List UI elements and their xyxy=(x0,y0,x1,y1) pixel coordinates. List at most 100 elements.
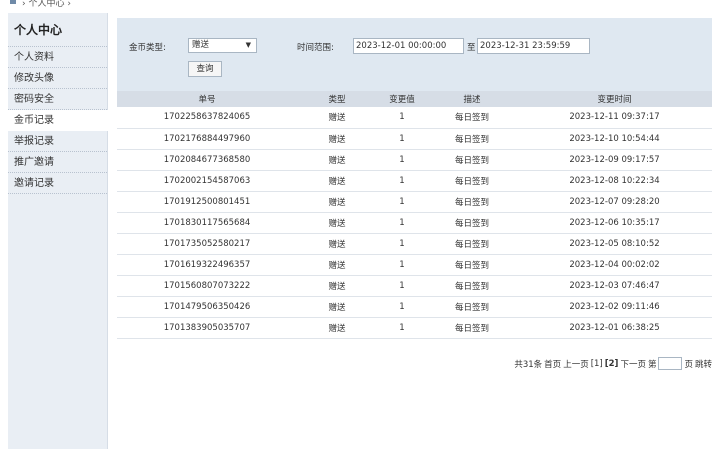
cell-description: 每日签到 xyxy=(427,107,517,129)
cell-description: 每日签到 xyxy=(427,149,517,171)
query-button[interactable]: 查询 xyxy=(188,61,222,77)
cell-type: 赠送 xyxy=(297,212,377,234)
cell-change: 1 xyxy=(377,191,427,213)
goto-suffix: 页 xyxy=(684,359,693,370)
cell-type: 赠送 xyxy=(297,128,377,150)
cell-change: 1 xyxy=(377,107,427,129)
cell-type: 赠送 xyxy=(297,254,377,276)
total-count: 共31条 xyxy=(514,359,543,370)
cell-description: 每日签到 xyxy=(427,212,517,234)
cell-change-time: 2023-12-05 08:10:52 xyxy=(517,233,712,255)
coin-records-table: 单号 类型 变更值 描述 变更时间 1702258637824065 赠送 1 每日签… xyxy=(117,91,712,339)
cell-description: 每日签到 xyxy=(427,275,517,297)
cell-type: 赠送 xyxy=(297,107,377,129)
sidebar-item-password[interactable]: 密码安全 xyxy=(8,89,107,110)
cell-type: 赠送 xyxy=(297,233,377,255)
cell-order-no: 1701912500801451 xyxy=(117,191,297,213)
header-change: 变更值 xyxy=(377,91,427,107)
cell-order-no: 1701735052580217 xyxy=(117,233,297,255)
sidebar-item-coin-records[interactable]: 金币记录 xyxy=(8,110,108,131)
table-header-row: 单号 类型 变更值 描述 变更时间 xyxy=(117,91,712,107)
cell-change-time: 2023-12-01 06:38:25 xyxy=(517,317,712,339)
cell-change: 1 xyxy=(377,317,427,339)
header-type: 类型 xyxy=(297,91,377,107)
end-time-input[interactable]: 2023-12-31 23:59:59 xyxy=(477,38,590,54)
header-change-time: 变更时间 xyxy=(517,91,712,107)
goto-page-input[interactable] xyxy=(658,357,683,370)
sidebar: 个人中心 个人资料 修改头像 密码安全 金币记录 举报记录 推广邀请 邀请记录 xyxy=(8,13,108,449)
table-row: 1701619322496357 赠送 1 每日签到 2023-12-04 00:02:… xyxy=(117,254,712,276)
cell-change: 1 xyxy=(377,275,427,297)
home-icon[interactable] xyxy=(8,0,18,5)
sidebar-item-profile[interactable]: 个人资料 xyxy=(8,47,107,68)
coin-type-label: 金币类型: xyxy=(129,43,166,53)
header-description: 描述 xyxy=(427,91,517,107)
first-page-link[interactable]: 首页 xyxy=(544,358,561,370)
cell-change-time: 2023-12-07 09:28:20 xyxy=(517,191,712,213)
table-row: 1701479506350426 赠送 1 每日签到 2023-12-02 09:11:… xyxy=(117,296,712,318)
table-row: 1702002154587063 赠送 1 每日签到 2023-12-08 10:22:… xyxy=(117,170,712,192)
cell-change-time: 2023-12-11 09:37:17 xyxy=(517,107,712,129)
cell-change-time: 2023-12-03 07:46:47 xyxy=(517,275,712,297)
filter-panel: 金币类型: 赠送 ▼ 查询 时间范围: 2023-12-01 00:00:00 … xyxy=(117,18,712,95)
cell-description: 每日签到 xyxy=(427,233,517,255)
cell-description: 每日签到 xyxy=(427,170,517,192)
sidebar-item-avatar[interactable]: 修改头像 xyxy=(8,68,107,89)
cell-order-no: 1701383905035707 xyxy=(117,317,297,339)
table-row: 1701560807073222 赠送 1 每日签到 2023-12-03 07:46:… xyxy=(117,275,712,297)
cell-change-time: 2023-12-04 00:02:02 xyxy=(517,254,712,276)
next-page-link[interactable]: 下一页 xyxy=(620,358,646,370)
page-link-1[interactable]: [1] xyxy=(591,359,603,369)
goto-prefix: 第 xyxy=(647,359,657,370)
cell-type: 赠送 xyxy=(297,275,377,297)
cell-change: 1 xyxy=(377,170,427,192)
cell-description: 每日签到 xyxy=(427,317,517,339)
sidebar-item-invite-records[interactable]: 邀请记录 xyxy=(8,173,107,194)
cell-order-no: 1701830117565684 xyxy=(117,212,297,234)
cell-order-no: 1702084677368580 xyxy=(117,149,297,171)
pagination: 共31条 首页 上一页 [1] [2] 下一页 第 页 跳转 xyxy=(514,357,712,370)
cell-change: 1 xyxy=(377,296,427,318)
cell-change-time: 2023-12-02 09:11:46 xyxy=(517,296,712,318)
table-row: 1701912500801451 赠送 1 每日签到 2023-12-07 09:28:… xyxy=(117,191,712,213)
cell-type: 赠送 xyxy=(297,170,377,192)
to-label: 至 xyxy=(467,43,476,53)
prev-page-link[interactable]: 上一页 xyxy=(563,358,589,370)
cell-change-time: 2023-12-06 10:35:17 xyxy=(517,212,712,234)
cell-type: 赠送 xyxy=(297,149,377,171)
cell-change-time: 2023-12-09 09:17:57 xyxy=(517,149,712,171)
coin-type-value: 赠送 xyxy=(192,40,210,50)
jump-button[interactable]: 跳转 xyxy=(695,358,712,370)
cell-description: 每日签到 xyxy=(427,191,517,213)
main-content: 金币类型: 赠送 ▼ 查询 时间范围: 2023-12-01 00:00:00 … xyxy=(117,13,712,449)
dropdown-arrow-icon: ▼ xyxy=(245,41,251,49)
cell-type: 赠送 xyxy=(297,191,377,213)
cell-change: 1 xyxy=(377,212,427,234)
table-row: 1702258637824065 赠送 1 每日签到 2023-12-11 09:37:… xyxy=(117,107,712,129)
cell-change-time: 2023-12-08 10:22:34 xyxy=(517,170,712,192)
table-row: 1701735052580217 赠送 1 每日签到 2023-12-05 08:10:… xyxy=(117,233,712,255)
coin-type-select[interactable]: 赠送 ▼ xyxy=(188,38,257,53)
cell-type: 赠送 xyxy=(297,296,377,318)
cell-order-no: 1702176884497960 xyxy=(117,128,297,150)
table-row: 1702176884497960 赠送 1 每日签到 2023-12-10 10:54:… xyxy=(117,128,712,150)
sidebar-title: 个人中心 xyxy=(8,13,107,47)
time-range-label: 时间范围: xyxy=(297,43,334,53)
cell-order-no: 1702002154587063 xyxy=(117,170,297,192)
sidebar-item-referral[interactable]: 推广邀请 xyxy=(8,152,107,173)
cell-change: 1 xyxy=(377,233,427,255)
cell-change: 1 xyxy=(377,149,427,171)
start-time-input[interactable]: 2023-12-01 00:00:00 xyxy=(353,38,464,54)
table-row: 1701830117565684 赠送 1 每日签到 2023-12-06 10:35:… xyxy=(117,212,712,234)
table-row: 1701383905035707 赠送 1 每日签到 2023-12-01 06:38:… xyxy=(117,317,712,339)
breadcrumb[interactable]: › 个人中心 › xyxy=(22,0,71,9)
cell-order-no: 1702258637824065 xyxy=(117,107,297,129)
cell-order-no: 1701560807073222 xyxy=(117,275,297,297)
cell-order-no: 1701619322496357 xyxy=(117,254,297,276)
header-order-no: 单号 xyxy=(117,91,297,107)
cell-type: 赠送 xyxy=(297,317,377,339)
cell-change: 1 xyxy=(377,254,427,276)
sidebar-item-reports[interactable]: 举报记录 xyxy=(8,131,107,152)
cell-description: 每日签到 xyxy=(427,128,517,150)
cell-description: 每日签到 xyxy=(427,296,517,318)
